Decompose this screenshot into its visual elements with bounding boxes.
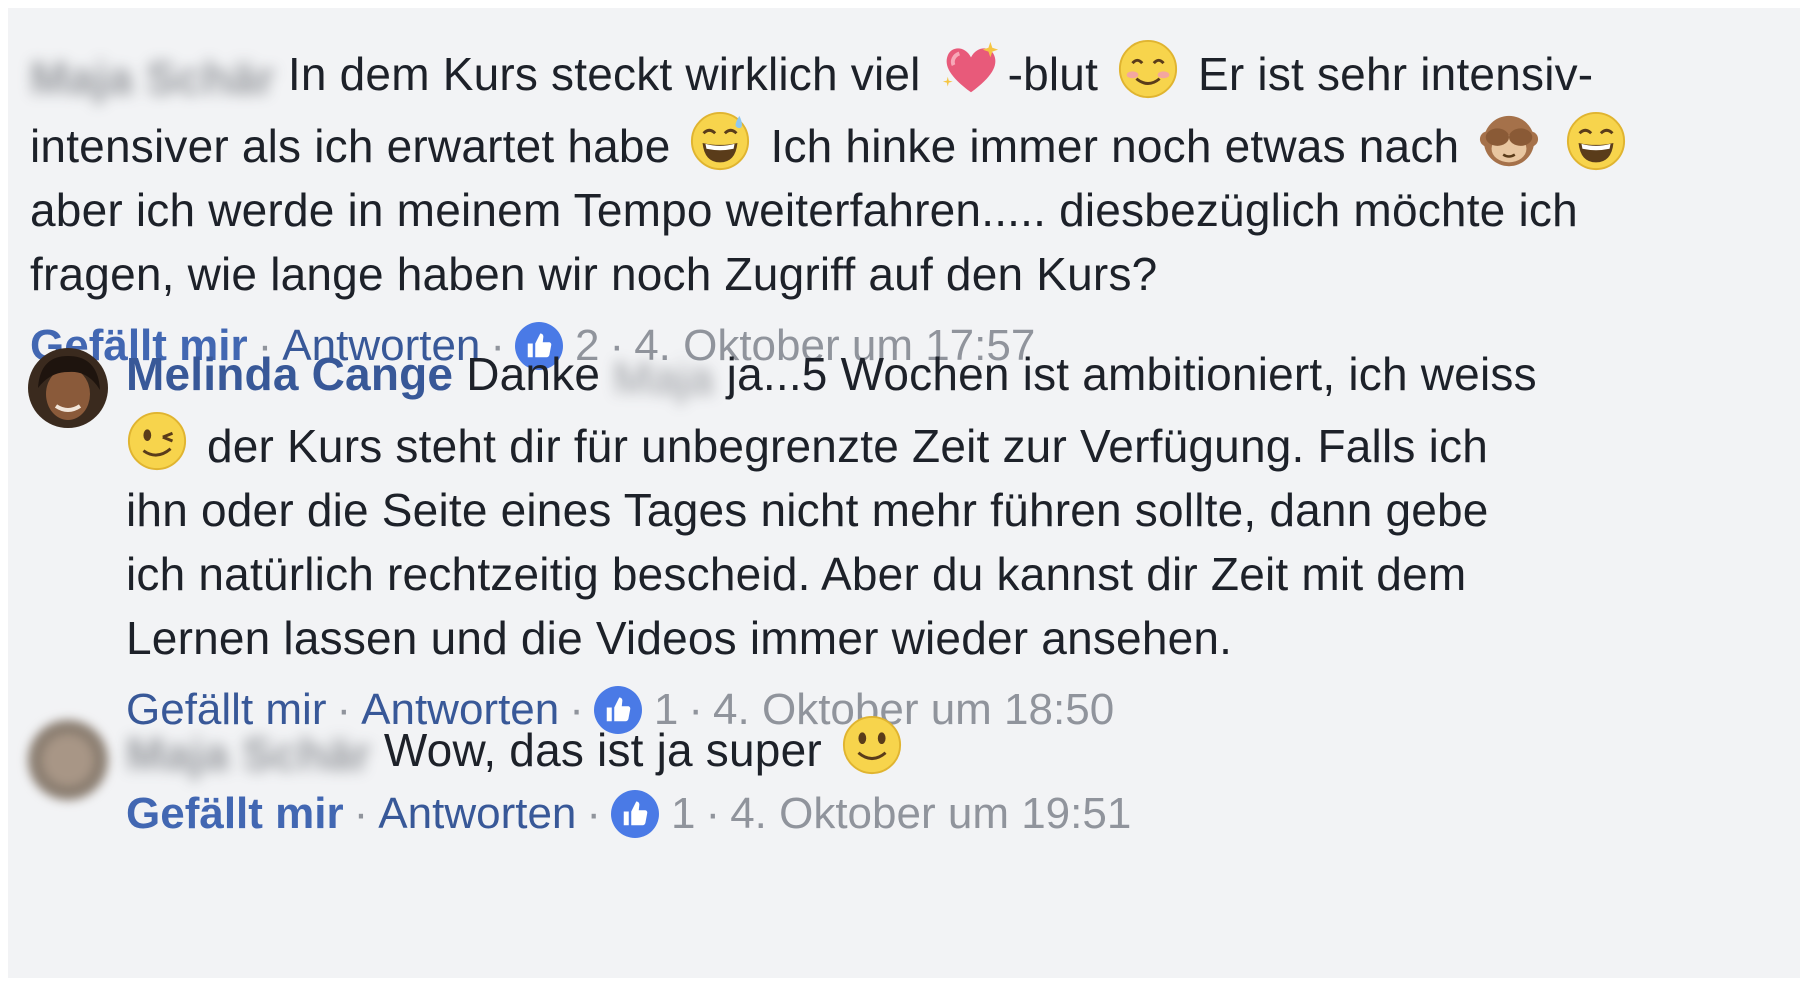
comment-3-author[interactable]: Maja Schär — [126, 722, 371, 786]
comment-1: Maja Schär In dem Kurs steckt wirklich v… — [30, 38, 1730, 376]
mention-tag[interactable]: Maja — [613, 346, 714, 410]
comment-2-text-f: Lernen lassen und die Videos immer wiede… — [126, 611, 1233, 664]
comment-1-body: Maja Schär In dem Kurs steckt wirklich v… — [30, 38, 1730, 306]
smiling-face-icon — [842, 715, 901, 775]
reply-link[interactable]: Antworten — [378, 784, 576, 844]
separator: · — [586, 788, 602, 838]
grinning-face-icon — [1567, 111, 1626, 170]
like-count[interactable]: 1 — [671, 784, 695, 844]
like-link[interactable]: Gefällt mir — [126, 784, 344, 844]
see-no-evil-monkey-icon — [1480, 115, 1539, 167]
comment-3-body: Maja Schär Wow, das ist ja super — [126, 714, 1726, 786]
comment-2-text-a: Danke — [466, 348, 601, 400]
comment-2: Melinda Cange Danke Maja ja...5 Wochen i… — [126, 342, 1726, 740]
avatar[interactable] — [28, 348, 108, 428]
winking-face-icon — [127, 411, 187, 470]
comment-2-author[interactable]: Melinda Cange — [126, 348, 453, 400]
comment-1-text-d: intensiver als ich erwartet habe — [30, 119, 671, 172]
comment-2-text-c: der Kurs steht dir für unbegrenzte Zeit … — [206, 419, 1488, 472]
comment-2-body: Melinda Cange Danke Maja ja...5 Wochen i… — [126, 342, 1726, 670]
comment-1-author[interactable]: Maja Schär — [30, 46, 275, 110]
smiling-face-icon — [1118, 39, 1178, 99]
comment-1-text-b: -blut — [1007, 48, 1099, 100]
comment-3-text: Wow, das ist ja super — [383, 724, 822, 776]
comment-3-actions: Gefällt mir · Antworten · 1 · 4. Oktober… — [126, 784, 1726, 844]
avatar[interactable] — [28, 720, 108, 800]
thumbs-up-icon[interactable] — [611, 789, 660, 838]
timestamp[interactable]: 4. Oktober um 19:51 — [730, 784, 1131, 844]
comment-2-text-e: ich natürlich rechtzeitig bescheid. Aber… — [126, 547, 1467, 600]
comment-2-text-d: ihn oder die Seite eines Tages nicht meh… — [126, 483, 1489, 536]
comment-1-text-a: In dem Kurs steckt wirklich viel — [287, 48, 921, 100]
comment-1-text-f: aber ich werde in meinem Tempo weiterfah… — [30, 183, 1578, 236]
sparkling-heart-icon — [942, 41, 998, 93]
separator: · — [705, 788, 721, 838]
comment-1-text-c: Er ist sehr intensiv- — [1198, 48, 1594, 100]
comment-1-text-e: Ich hinke immer noch etwas nach — [770, 119, 1460, 172]
comment-thread: Maja Schär In dem Kurs steckt wirklich v… — [8, 8, 1800, 978]
separator: · — [353, 788, 369, 838]
comment-3: Maja Schär Wow, das ist ja super Gefällt… — [126, 714, 1726, 844]
comment-1-text-g: fragen, wie lange haben wir noch Zugriff… — [30, 247, 1158, 300]
comment-2-text-b: ja...5 Wochen ist ambitioniert, ich weis… — [726, 348, 1537, 400]
grinning-sweat-icon — [691, 111, 750, 170]
